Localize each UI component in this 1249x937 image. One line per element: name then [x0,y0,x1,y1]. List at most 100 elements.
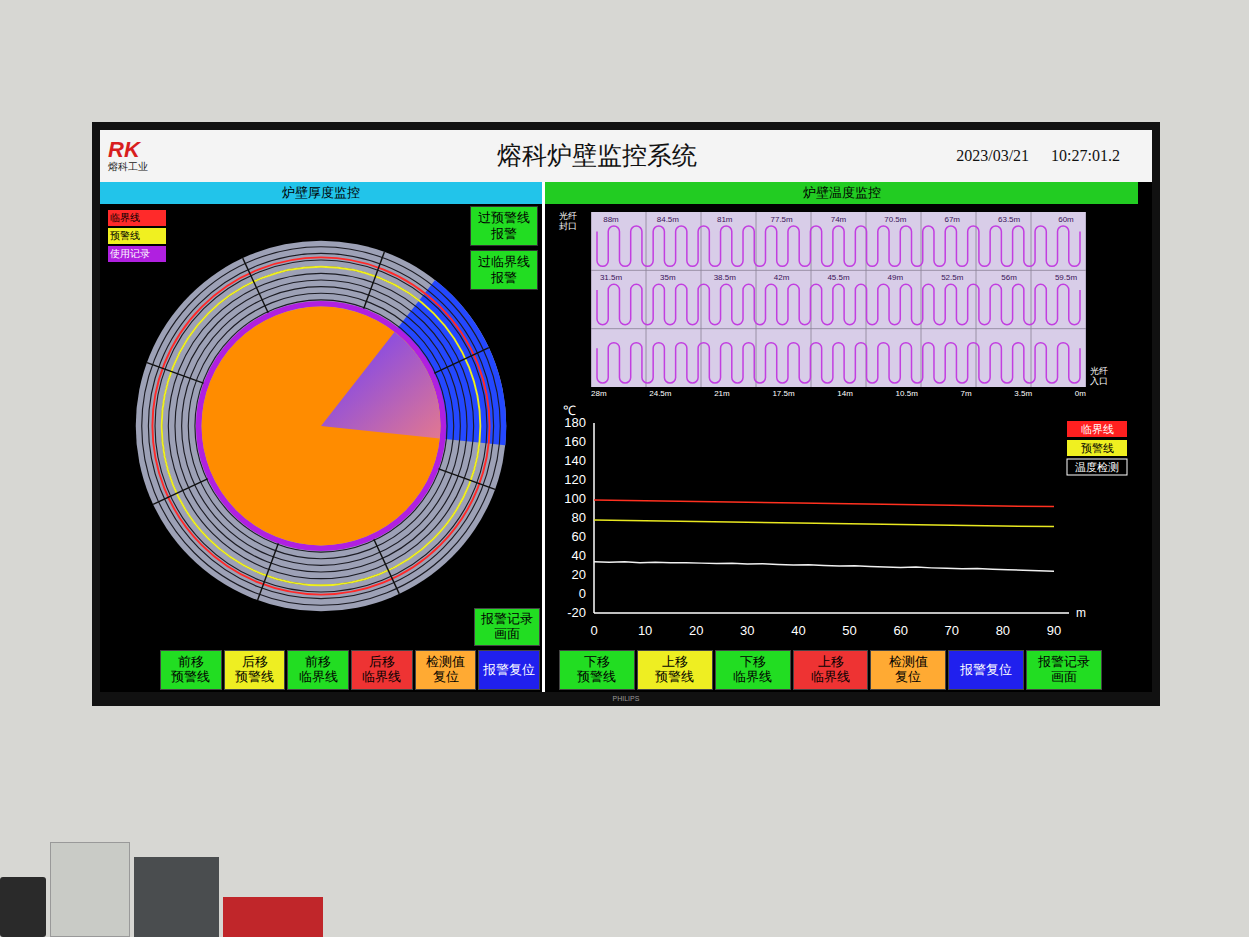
sector-spoke [153,478,210,505]
thickness-buttons: 前移预警线后移预警线前移临界线后移临界线检测值复位报警复位 [100,648,542,692]
fiber-position-label: 31.5m [600,273,623,282]
ring-line [155,260,487,592]
x-axis [594,612,1069,614]
fiber-axis: 28m24.5m21m17.5m14m10.5m7m3.5m0m [591,387,1086,401]
fiber-position-label: 59.5m [1055,273,1078,282]
control-button[interactable]: 检测值复位 [870,650,946,690]
y-axis [593,423,595,613]
fiber-position-label: 52.5m [941,273,964,282]
tablet-device [0,877,46,937]
button-line: 检测值 [426,655,465,670]
fiber-path [597,343,1080,383]
fiber-position-label: 35m [660,273,676,282]
x-unit: m [1076,606,1086,620]
temperature-chart: ℃180160140120100806040200-20010203040506… [549,401,1139,641]
button-line: 临界线 [299,670,338,685]
alarm-indicators: 过预警线报警过临界线报警 [470,206,538,290]
button-line: 后移 [369,655,395,670]
button-line: 画面 [1051,670,1077,685]
chart-legend-item: 预警线 [1067,440,1127,456]
alarm-indicator: 过预警线报警 [470,206,538,246]
control-button[interactable]: 报警复位 [478,650,540,690]
fiber-position-label: 63.5m [998,215,1021,224]
sector-spoke [258,541,280,600]
ring-line [188,293,453,558]
svg-text:临界线: 临界线 [1081,423,1114,435]
tv-brand: PHILIPS [613,695,640,702]
fiber-position-label: 84.5m [657,215,680,224]
sector-spoke [243,258,270,315]
svg-text:温度检测: 温度检测 [1075,461,1119,473]
fiber-path [597,226,1080,266]
button-line: 检测值 [889,655,928,670]
x-tick: 50 [842,623,856,638]
red-tray [223,897,323,937]
sector-spoke [147,363,206,385]
logo: RK熔科工业 [108,139,198,174]
fiber-position-label: 74m [831,215,847,224]
fiber-position-label: 49m [888,273,904,282]
y-tick: 20 [572,567,586,582]
control-button[interactable]: 上移预警线 [637,650,713,690]
control-button[interactable]: 报警复位 [948,650,1024,690]
logo-text: 熔科工业 [108,161,148,174]
fiber-position-label: 42m [774,273,790,282]
fiber-axis-label: 7m [961,387,972,401]
button-line: 预警线 [171,670,210,685]
ring-line [175,280,467,572]
control-button[interactable]: 前移临界线 [287,650,349,690]
button-line: 后移 [242,655,268,670]
critical-ring [152,257,489,594]
fiber-axis-label: 17.5m [772,387,794,401]
fiber-position-label: 77.5m [771,215,794,224]
button-line: 上移 [818,655,844,670]
ring-line [142,247,501,606]
logo-mark: RK [108,139,140,161]
x-tick: 80 [996,623,1010,638]
fiber-position-label: 56m [1001,273,1017,282]
alarm-record-button[interactable]: 报警记录画面 [474,608,540,646]
grid-line [976,212,977,387]
grid-line [701,212,702,387]
ring-line [148,253,493,598]
control-button[interactable]: 前移预警线 [160,650,222,690]
thickness-canvas: 临界线预警线使用记录 过预警线报警过临界线报警报警记录画面 [100,204,542,648]
control-button[interactable]: 后移临界线 [351,650,413,690]
button-line: 预警线 [655,670,694,685]
button-line: 临界线 [811,670,850,685]
wall-rings [136,241,507,612]
y-tick: 140 [564,453,586,468]
chart-legend-item: 温度检测 [1067,459,1127,475]
control-button[interactable]: 后移预警线 [224,650,286,690]
sector-spoke [436,468,495,490]
control-button[interactable]: 上移临界线 [793,650,869,690]
panels: 炉壁厚度监控临界线预警线使用记录过预警线报警过临界线报警报警记录画面前移预警线后… [100,182,1152,692]
ring-line [182,287,461,566]
thickness-panel: 炉壁厚度监控临界线预警线使用记录过预警线报警过临界线报警报警记录画面前移预警线后… [100,182,542,692]
ring-line [162,267,481,586]
control-button[interactable]: 报警记录画面 [1026,650,1102,690]
fiber-section: 光纤封口88m84.5m81m77.5m74m70.5m67m63.5m60m3… [545,204,1152,401]
control-button[interactable]: 检测值复位 [415,650,477,690]
button-line: 报警复位 [483,663,535,678]
button-line: 下移 [584,655,610,670]
legend: 临界线预警线使用记录 [108,210,166,262]
scene: RK熔科工业熔科炉壁监控系统2023/03/2110:27:01.2炉壁厚度监控… [0,0,1249,937]
y-tick: 80 [572,510,586,525]
button-line: 报警记录 [1038,655,1090,670]
button-line: 报警记录 [481,612,533,627]
chart-legend-item: 临界线 [1067,421,1127,437]
button-line: 临界线 [733,670,772,685]
x-tick: 40 [791,623,805,638]
fiber-position-label: 38.5m [714,273,737,282]
fiber-axis-label: 3.5m [1014,387,1032,401]
button-line: 上移 [662,655,688,670]
button-line: 前移 [178,655,204,670]
button-line: 复位 [895,670,921,685]
control-button[interactable]: 下移预警线 [559,650,635,690]
title-bar: RK熔科工业熔科炉壁监控系统2023/03/2110:27:01.2 [100,130,1152,182]
control-button[interactable]: 下移临界线 [715,650,791,690]
fiber-position-label: 81m [717,215,733,224]
usage-ring [199,304,444,549]
button-line: 临界线 [362,670,401,685]
